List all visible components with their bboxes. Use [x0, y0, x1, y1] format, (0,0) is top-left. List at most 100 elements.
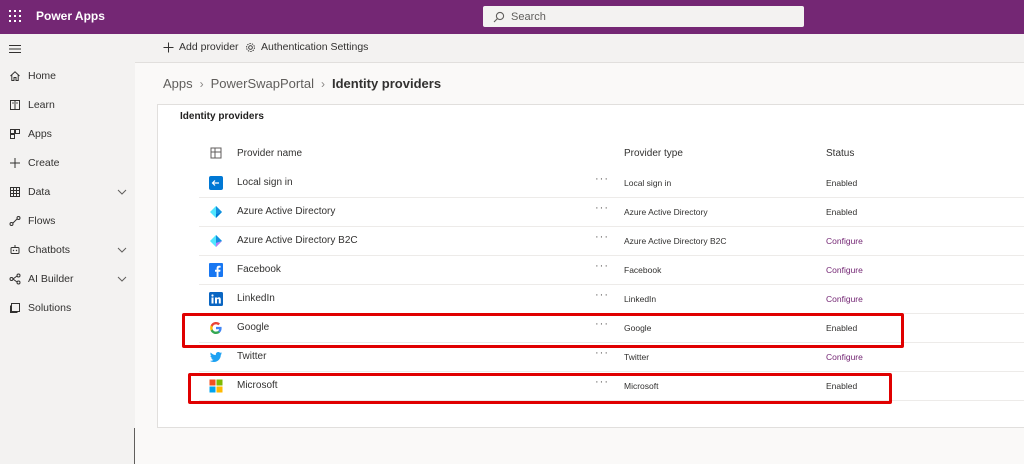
search-box[interactable] — [483, 6, 804, 27]
configure-link[interactable]: Configure — [826, 352, 863, 362]
top-bar: Power Apps — [0, 0, 1024, 34]
table-row[interactable]: Google ··· Google Enabled — [199, 314, 1024, 343]
column-header-status[interactable]: Status — [826, 148, 854, 159]
chevron-right-icon: › — [320, 76, 325, 91]
breadcrumb-portal[interactable]: PowerSwapPortal — [211, 76, 314, 91]
chevron-down-icon[interactable] — [117, 274, 127, 284]
azure-ad-b2c-icon — [209, 234, 223, 248]
facebook-icon — [209, 263, 223, 277]
search-input[interactable] — [511, 10, 791, 23]
sidebar-item-label: Flows — [28, 215, 56, 227]
status-text: Enabled — [826, 178, 858, 188]
azure-ad-icon — [209, 205, 223, 219]
ai-icon — [8, 272, 22, 286]
apps-icon — [8, 127, 22, 141]
provider-name[interactable]: Google — [237, 322, 269, 333]
provider-name[interactable]: Local sign in — [237, 177, 293, 188]
provider-name[interactable]: Twitter — [237, 351, 266, 362]
provider-type: Azure Active Directory — [624, 207, 708, 217]
sidebar-item-label: AI Builder — [28, 273, 74, 285]
local-signin-icon — [209, 176, 223, 190]
table-icon — [8, 185, 22, 199]
add-provider-button[interactable]: Add provider — [163, 41, 239, 53]
more-options-icon[interactable]: ··· — [595, 173, 609, 185]
more-options-icon[interactable]: ··· — [595, 318, 609, 330]
chevron-right-icon: › — [199, 76, 204, 91]
table-row[interactable]: LinkedIn ··· LinkedIn Configure — [199, 285, 1024, 314]
provider-type: Local sign in — [624, 178, 672, 188]
provider-type: Facebook — [624, 265, 662, 275]
column-header-provider-name[interactable]: Provider name — [237, 148, 302, 159]
status-text: Enabled — [826, 381, 858, 391]
more-options-icon[interactable]: ··· — [595, 231, 609, 243]
authentication-settings-label: Authentication Settings — [261, 41, 369, 53]
sidebar-item-flows[interactable]: Flows — [0, 209, 135, 233]
sidebar-item-label: Learn — [28, 99, 55, 111]
table-row[interactable]: Twitter ··· Twitter Configure — [199, 343, 1024, 372]
table-row[interactable]: Azure Active Directory ··· Azure Active … — [199, 198, 1024, 227]
breadcrumb: Apps › PowerSwapPortal › Identity provid… — [163, 76, 441, 91]
table-row[interactable]: Facebook ··· Facebook Configure — [199, 256, 1024, 285]
sidebar-item-create[interactable]: Create — [0, 151, 135, 175]
provider-name[interactable]: Microsoft — [237, 380, 278, 391]
twitter-icon — [209, 350, 223, 364]
table-row[interactable]: Local sign in ··· Local sign in Enabled — [199, 169, 1024, 198]
sidebar-item-label: Data — [28, 186, 51, 198]
column-options-icon[interactable] — [210, 146, 222, 164]
chevron-down-icon[interactable] — [117, 245, 127, 255]
more-options-icon[interactable]: ··· — [595, 347, 609, 359]
home-icon — [8, 69, 22, 83]
sidebar-item-chatbots[interactable]: Chatbots — [0, 238, 135, 262]
status-text: Enabled — [826, 323, 858, 333]
page-title: Identity providers — [331, 76, 442, 91]
configure-link[interactable]: Configure — [826, 294, 863, 304]
more-options-icon[interactable]: ··· — [595, 289, 609, 301]
sidebar-item-home[interactable]: Home — [0, 64, 135, 88]
provider-type: Twitter — [624, 352, 650, 362]
solutions-icon — [8, 301, 22, 315]
provider-name[interactable]: Azure Active Directory — [237, 206, 335, 217]
breadcrumb-apps[interactable]: Apps — [163, 76, 193, 91]
configure-link[interactable]: Configure — [826, 265, 863, 275]
card-title: Identity providers — [180, 111, 264, 122]
more-options-icon[interactable]: ··· — [595, 202, 609, 214]
more-options-icon[interactable]: ··· — [595, 260, 609, 272]
provider-name[interactable]: LinkedIn — [237, 293, 275, 304]
plus-icon — [163, 42, 174, 52]
app-launcher-icon[interactable] — [6, 7, 24, 25]
gear-icon — [246, 42, 255, 52]
provider-type: Microsoft — [624, 381, 659, 391]
sidebar-item-label: Apps — [28, 128, 52, 140]
status-text: Enabled — [826, 207, 858, 217]
app-title[interactable]: Power Apps — [36, 9, 105, 23]
add-provider-label: Add provider — [179, 41, 239, 53]
table-row[interactable]: Microsoft ··· Microsoft Enabled — [199, 372, 1024, 401]
sidebar-item-label: Solutions — [28, 302, 72, 314]
authentication-settings-button[interactable]: Authentication Settings — [245, 41, 368, 53]
microsoft-icon — [209, 379, 223, 393]
provider-name[interactable]: Azure Active Directory B2C — [237, 235, 358, 246]
table-row[interactable]: Azure Active Directory B2C ··· Azure Act… — [199, 227, 1024, 256]
search-icon — [493, 11, 505, 22]
linkedin-icon — [209, 292, 223, 306]
provider-type: Azure Active Directory B2C — [624, 236, 727, 246]
provider-type: Google — [624, 323, 652, 333]
column-header-provider-type[interactable]: Provider type — [624, 148, 683, 159]
provider-type: LinkedIn — [624, 294, 657, 304]
sidebar: Home Learn Apps Create Data Flows Chatbo… — [0, 34, 135, 464]
more-options-icon[interactable]: ··· — [595, 376, 609, 388]
hamburger-menu-icon[interactable] — [8, 42, 22, 56]
sidebar-item-label: Home — [28, 70, 57, 82]
sidebar-item-solutions[interactable]: Solutions — [0, 296, 135, 320]
sidebar-item-label: Chatbots — [28, 244, 71, 256]
book-icon — [8, 98, 22, 112]
chevron-down-icon[interactable] — [117, 187, 127, 197]
sidebar-item-learn[interactable]: Learn — [0, 93, 135, 117]
provider-name[interactable]: Facebook — [237, 264, 281, 275]
sidebar-item-ai-builder[interactable]: AI Builder — [0, 267, 135, 291]
sidebar-item-apps[interactable]: Apps — [0, 122, 135, 146]
sidebar-item-data[interactable]: Data — [0, 180, 135, 204]
configure-link[interactable]: Configure — [826, 236, 863, 246]
google-icon — [209, 321, 223, 335]
plus-icon — [8, 156, 22, 170]
